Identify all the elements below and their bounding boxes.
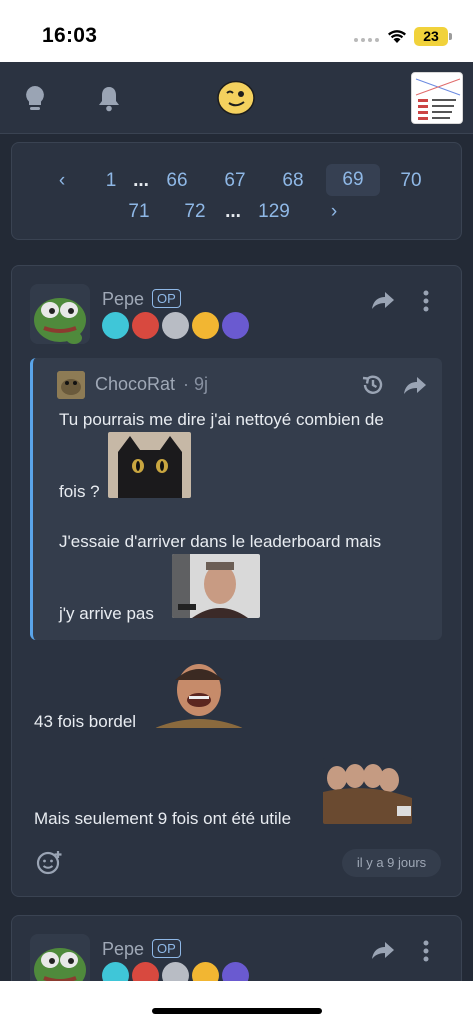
laughing-crowd-gif [323,758,412,824]
post-author[interactable]: Pepe [102,939,144,960]
op-badge: OP [152,289,181,308]
top-nav [0,62,473,134]
post-author[interactable]: Pepe [102,289,144,310]
bell-icon[interactable] [96,84,122,114]
post-timestamp: il y a 9 jours [342,849,441,877]
add-reaction-icon[interactable] [36,849,64,875]
wifi-icon [388,30,406,43]
pepe-avatar-icon [30,284,90,344]
avatar[interactable] [30,284,90,344]
signal-dots-icon [354,38,379,42]
man-reaction-gif [172,554,260,618]
share-icon[interactable] [371,290,395,310]
smiley-badge-icon[interactable] [192,312,219,339]
page-link[interactable]: 67 [220,170,250,192]
page-link[interactable]: 129 [254,201,294,223]
user-badges [102,312,249,339]
battery-cap [449,33,452,40]
op-badge: OP [152,939,181,958]
share-icon[interactable] [403,375,427,395]
history-icon[interactable] [361,374,385,396]
next-page-button[interactable]: › [324,201,344,223]
home-indicator[interactable] [152,1008,322,1014]
moon-badge-icon[interactable] [222,312,249,339]
pagination: ‹ 1 ... 66 67 68 69 70 71 72 ... 129 › [11,142,462,240]
post-text-line: Mais seulement 9 fois ont été utile [34,809,292,828]
quote-text-line: Tu pourrais me dire j'ai nettoyé combien… [59,410,384,429]
star-badge-icon[interactable] [102,312,129,339]
home-indicator-area [0,981,473,1024]
black-cat-gif [108,432,191,498]
fire-badge-icon[interactable] [132,312,159,339]
site-logo-smiley[interactable] [217,80,255,116]
page-link[interactable]: 68 [278,170,308,192]
current-page[interactable]: 69 [326,164,380,196]
status-time: 16:03 [42,24,98,47]
status-bar: 16:03 23 [0,0,473,62]
page-ellipsis: ... [225,201,241,222]
page-link[interactable]: 72 [180,201,210,223]
quote-author[interactable]: ChocoRat [95,374,175,395]
quote-text-line: j'y arrive pas [59,604,154,623]
more-options-icon[interactable] [422,940,430,962]
more-options-icon[interactable] [422,290,430,312]
quoted-message: ChocoRat · 9j Tu pourrais me dire j'ai n… [30,358,442,640]
quote-text-line: J'essaie d'arriver dans le leaderboard m… [59,532,382,551]
lightbulb-icon[interactable] [22,84,48,114]
page-link[interactable]: 71 [124,201,154,223]
quote-text-line: fois ? [59,482,100,501]
page-link[interactable]: 1 [100,170,122,192]
page-ellipsis: ... [133,170,149,191]
battery-icon: 23 [414,27,448,46]
profile-thumbnail[interactable] [411,72,463,124]
quote-date: · 9j [183,374,209,394]
share-icon[interactable] [371,940,395,960]
portrait-badge-icon[interactable] [162,312,189,339]
laughing-man-gif [155,660,243,728]
quote-author-avatar[interactable] [57,371,85,399]
prev-page-button[interactable]: ‹ [52,170,72,192]
page-link[interactable]: 66 [162,170,192,192]
page-link[interactable]: 70 [396,170,426,192]
post-text-line: 43 fois bordel [34,712,137,731]
